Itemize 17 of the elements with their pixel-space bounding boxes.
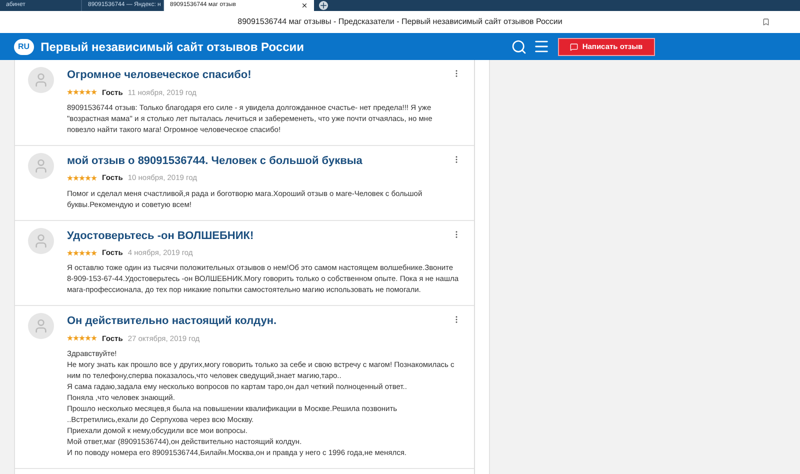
bookmark-icon[interactable]	[762, 18, 770, 26]
avatar-icon	[28, 228, 54, 254]
review-title[interactable]: мой отзыв о 89091536744. Человек с большой буквыа	[67, 152, 362, 170]
avatar-icon	[28, 313, 54, 340]
avatar-icon	[28, 152, 54, 179]
review-title[interactable]: Удостоверьтесь -он ВОЛШЕБНИК!	[67, 228, 254, 244]
review-title[interactable]: Он действительно настоящий колдун.	[67, 313, 277, 330]
new-tab-icon[interactable]	[319, 1, 328, 10]
close-icon[interactable]	[301, 2, 308, 9]
page-title: 89091536744 маг отзывы - Предсказатели - Первый независимый сайт отзывов России	[238, 16, 562, 28]
search-icon[interactable]	[511, 38, 527, 54]
site-logo[interactable]: RU	[14, 38, 34, 54]
site-title[interactable]: Первый независимый сайт отзывов России	[40, 38, 304, 56]
avatar-icon	[28, 67, 54, 93]
review-title[interactable]: Огромное человеческое спасибо!	[67, 67, 252, 84]
comment-icon	[570, 42, 578, 50]
menu-icon[interactable]	[533, 38, 550, 55]
